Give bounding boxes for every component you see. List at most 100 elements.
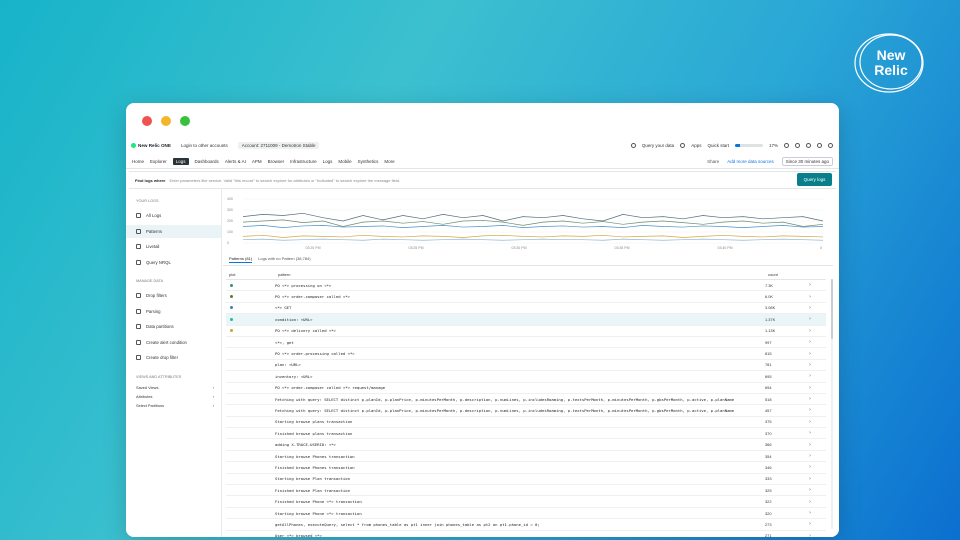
query-input[interactable]: Enter parameters like service. Valid "th… (169, 178, 400, 183)
table-row[interactable]: Starting browse Phones transaction 354 › (226, 451, 826, 463)
chevron-right-icon[interactable]: › (805, 533, 815, 537)
quick-start-label[interactable]: Quick start (707, 143, 729, 148)
help-icon[interactable] (795, 142, 800, 148)
table-row[interactable]: inventory: <URL> 695 › (226, 371, 826, 383)
table-row[interactable]: PO <*> delivery called <*> 1.13K › (226, 326, 826, 337)
table-row[interactable]: Finished browse Plan transaction 325 › (226, 485, 826, 497)
account-selector[interactable]: Account: 2711009 - Demotron Stable (237, 141, 320, 149)
chevron-right-icon[interactable]: › (805, 385, 815, 391)
login-other-accounts[interactable]: Login to other accounts (181, 143, 228, 148)
chevron-right-icon[interactable]: › (805, 510, 815, 516)
nav-item-logs[interactable]: Logs (172, 157, 189, 165)
nav-item-alerts-ai[interactable]: Alerts & AI (225, 159, 246, 164)
table-row[interactable]: Fetching with query: SELECT distinct p.p… (226, 405, 826, 417)
notifications-icon[interactable] (817, 142, 822, 148)
table-row[interactable]: PO <*> order-composer called <*> request… (226, 383, 826, 394)
row-plot-cell[interactable] (226, 295, 275, 299)
row-plot-cell[interactable] (226, 283, 275, 287)
row-plot-cell[interactable] (226, 306, 275, 310)
chevron-right-icon[interactable]: › (805, 282, 815, 288)
chevron-right-icon[interactable]: › (805, 351, 815, 357)
close-window-button[interactable] (142, 116, 152, 126)
query-logs-button[interactable]: Query logs (797, 173, 832, 186)
chevron-right-icon[interactable]: › (805, 521, 815, 527)
nav-item-mobile[interactable]: Mobile (338, 159, 351, 164)
maximize-window-button[interactable] (180, 116, 190, 126)
share-button[interactable]: Share (707, 159, 719, 164)
chevron-right-icon[interactable]: › (805, 476, 815, 482)
sidebar-item-drop-filters[interactable]: Drop filters (126, 289, 221, 302)
nav-item-home[interactable]: Home (132, 159, 144, 164)
table-row[interactable]: Starting browse Phone <*> transaction 320… (226, 508, 826, 520)
table-row[interactable]: condition: <URL> 1.37K › (226, 314, 826, 326)
brand-logo[interactable]: New Relic ONE (131, 142, 171, 148)
sidebar-view-saved-views[interactable]: Saved Views › (136, 385, 214, 390)
sidebar-view-attributes[interactable]: Attributes › (136, 394, 214, 399)
row-plot-cell[interactable] (226, 317, 275, 321)
chevron-right-icon[interactable]: › (805, 339, 815, 345)
nav-item-apm[interactable]: APM (252, 159, 262, 164)
tab-logs-no-pattern[interactable]: Logs with no Pattern (38,784) (258, 256, 310, 263)
table-row[interactable]: Finished browse plans transaction 370 › (226, 428, 826, 440)
table-row[interactable]: Finished browse Phone <*> transaction 322… (226, 496, 826, 508)
chevron-right-icon[interactable]: › (805, 396, 815, 402)
sidebar-view-select-partitions[interactable]: Select Partitions › (136, 403, 214, 408)
chevron-right-icon[interactable]: › (805, 305, 815, 311)
chevron-right-icon[interactable]: › (805, 464, 815, 470)
table-row[interactable]: User <*> browsed <*> 271 › (226, 531, 826, 537)
sidebar-item-create-drop-filter[interactable]: Create drop filter (126, 351, 221, 364)
tab-patterns[interactable]: Patterns (81) (229, 256, 253, 263)
chevron-right-icon[interactable]: › (805, 316, 815, 322)
header-pattern[interactable]: pattern (278, 272, 768, 277)
chevron-right-icon[interactable]: › (805, 453, 815, 459)
table-row[interactable]: getAllPhones, executeQuery, select * fro… (226, 519, 826, 531)
query-your-data-link[interactable]: Query your data (642, 143, 674, 148)
nav-item-dashboards[interactable]: Dashboards (195, 159, 219, 164)
table-row[interactable]: PO <*> order-composer called <*> 6.0K › (226, 291, 826, 303)
user-avatar[interactable] (828, 142, 833, 148)
chevron-right-icon[interactable]: › (805, 487, 815, 493)
table-row[interactable]: PO <*> processing on <*> 7.3K › (226, 280, 826, 292)
table-row[interactable]: PO <*> order-processing called <*> 815 › (226, 348, 826, 360)
table-row[interactable]: Starting browse plans transaction 375 › (226, 417, 826, 429)
chevron-right-icon[interactable]: › (805, 419, 815, 425)
nav-item-infrastructure[interactable]: Infrastructure (290, 159, 317, 164)
feedback-icon[interactable] (806, 142, 811, 148)
nav-item-browser[interactable]: Browser (268, 159, 285, 164)
table-scrollbar[interactable] (831, 279, 833, 529)
chevron-right-icon[interactable]: › (805, 407, 815, 413)
table-row[interactable]: <*>, get 997 › (226, 337, 826, 349)
time-picker[interactable]: Since 30 minutes ago (781, 156, 833, 166)
row-plot-cell[interactable] (226, 329, 275, 333)
header-plot[interactable]: plot (226, 272, 278, 277)
table-row[interactable]: adding X-TRACE-USERID: <*> 366 › (226, 439, 826, 451)
minimize-window-button[interactable] (161, 116, 171, 126)
chevron-right-icon[interactable]: › (805, 328, 815, 334)
chevron-right-icon[interactable]: › (805, 373, 815, 379)
apps-link[interactable]: Apps (691, 143, 701, 148)
table-row[interactable]: Finished browse Phones transaction 346 › (226, 462, 826, 474)
search-icon[interactable] (784, 142, 789, 148)
sidebar-item-all-logs[interactable]: All Logs (126, 209, 221, 222)
sidebar-item-parsing[interactable]: Parsing (126, 305, 221, 318)
chevron-right-icon[interactable]: › (805, 442, 815, 448)
chevron-right-icon[interactable]: › (805, 430, 815, 436)
sidebar-item-query-nrql[interactable]: Query NRQL (126, 256, 221, 269)
nav-item-synthetics[interactable]: Synthetics (358, 159, 379, 164)
nav-item-more[interactable]: More (384, 159, 394, 164)
add-data-sources-link[interactable]: Add more data sources (727, 159, 774, 164)
chevron-right-icon[interactable]: › (805, 294, 815, 300)
table-row[interactable]: <*> GET 3.08K › (226, 303, 826, 315)
chevron-right-icon[interactable]: › (805, 362, 815, 368)
table-row[interactable]: Fetching with query: SELECT distinct p.p… (226, 394, 826, 406)
sidebar-item-livetail[interactable]: Livetail (126, 240, 221, 253)
sidebar-item-patterns[interactable]: Patterns (126, 224, 221, 238)
sidebar-item-create-alert-condition[interactable]: Create alert condition (126, 336, 221, 349)
header-count[interactable]: count (768, 272, 808, 277)
nav-item-explorer[interactable]: Explorer (150, 159, 167, 164)
nav-item-logs[interactable]: Logs (323, 159, 333, 164)
table-row[interactable]: Starting browse Plan transaction 333 › (226, 474, 826, 486)
chevron-right-icon[interactable]: › (805, 499, 815, 505)
sidebar-item-data-partitions[interactable]: Data partitions (126, 320, 221, 333)
table-row[interactable]: plan: <URL> 781 › (226, 360, 826, 372)
